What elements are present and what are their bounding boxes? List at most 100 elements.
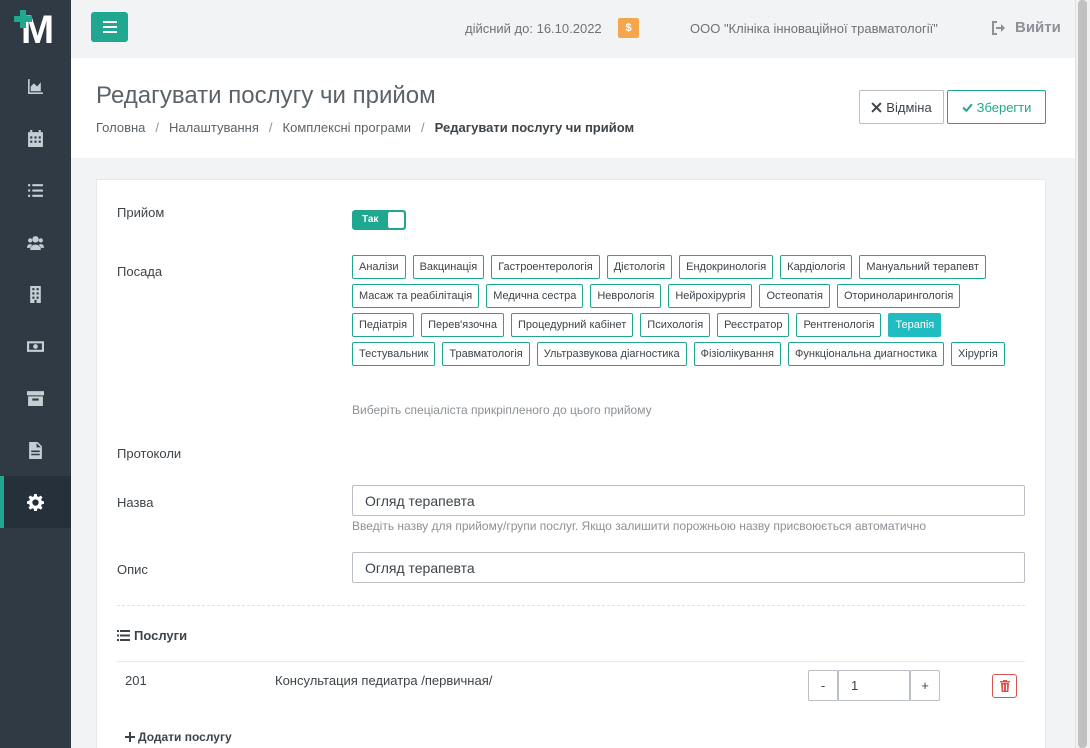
position-tag[interactable]: Рентгенологія [796,313,882,337]
sign-out-icon [992,20,1005,35]
breadcrumb-separator: / [421,120,425,135]
sidebar-nav [0,60,71,528]
description-input[interactable]: Огляд терапевта [352,552,1025,583]
position-tag[interactable]: Педіатрія [352,313,415,337]
archive-icon [27,390,44,406]
cancel-button[interactable]: Відміна [859,90,944,124]
gear-icon [27,493,44,511]
chart-area-icon [28,78,43,94]
quantity-increment-button[interactable]: + [910,670,940,701]
position-tag[interactable]: Психологія [640,313,711,337]
logout-button[interactable]: Вийти [991,19,1061,36]
service-name: Консультация педиатра /первичная/ [275,673,493,688]
position-tag[interactable]: Аналізи [352,255,406,279]
organization-name: ООО "Клініка інноваційної травматології" [690,21,938,36]
toggle-label: Так [362,214,379,225]
position-tag[interactable]: Процедурний кабінет [510,313,634,337]
money-icon [27,340,44,352]
sidebar-item-settings[interactable] [0,476,71,528]
section-divider [117,605,1025,606]
hamburger-icon [102,21,117,33]
quantity-input[interactable]: 1 [838,670,910,701]
delete-service-button[interactable] [992,674,1017,698]
position-tag[interactable]: Перев'язочна [421,313,504,337]
position-tag[interactable]: Ультразвукова діагностика [536,342,687,366]
top-bar: дійсний до: 16.10.2022 $ ООО "Клініка ін… [71,0,1075,58]
position-tag[interactable]: Оториноларингологія [836,284,961,308]
save-button[interactable]: Зберегти [947,90,1046,124]
license-valid-until: дійсний до: 16.10.2022 [465,21,602,36]
trash-icon [999,680,1010,692]
sidebar: M [0,0,71,748]
logo-cross-icon [14,10,32,28]
save-label: Зберегти [976,99,1032,115]
add-service-label: Додати послугу [138,730,232,744]
plus-icon [125,732,135,742]
sidebar-item-finance[interactable] [0,320,71,372]
position-tag[interactable]: Хірургія [950,342,1005,366]
breadcrumb-separator: / [155,120,160,135]
service-code: 201 [125,673,147,688]
position-label: Посада [117,264,163,279]
page-title: Редагувати послугу чи прийом [96,82,436,109]
position-tag[interactable]: Остеопатія [759,284,830,308]
page-header: Редагувати послугу чи прийом Головна / Н… [71,58,1075,158]
position-tag[interactable]: Травматологія [442,342,530,366]
breadcrumb-current: Редагувати послугу чи прийом [434,120,635,135]
building-icon [30,285,41,303]
sidebar-item-buildings[interactable] [0,268,71,320]
position-tag[interactable]: Мануальний терапевт [859,255,986,279]
calendar-icon [28,129,43,147]
name-label: Назва [117,495,154,510]
breadcrumb-home[interactable]: Головна [96,120,145,135]
users-icon [27,235,44,250]
sidebar-item-documents[interactable] [0,424,71,476]
protocols-label: Протоколи [117,446,182,461]
position-tag[interactable]: Терапія [888,313,942,337]
sidebar-item-list[interactable] [0,164,71,216]
quantity-decrement-button[interactable]: - [808,670,838,701]
position-tag[interactable]: Фізіолікування [693,342,782,366]
menu-toggle-button[interactable] [91,12,128,42]
sidebar-item-dashboard[interactable] [0,60,71,112]
sidebar-item-users[interactable] [0,216,71,268]
reception-toggle[interactable]: Так [352,210,406,230]
position-tag[interactable]: Медична сестра [486,284,584,308]
description-label: Опис [117,562,148,577]
position-tag[interactable]: Вакцинація [412,255,485,279]
services-heading-label: Послуги [134,628,188,643]
list-icon [28,183,43,197]
sidebar-item-calendar[interactable] [0,112,71,164]
breadcrumb-settings[interactable]: Налаштування [169,120,259,135]
position-tag[interactable]: Неврологія [590,284,662,308]
position-tag[interactable]: Масаж та реабілітація [352,284,480,308]
name-input[interactable]: Огляд терапевта [352,485,1025,516]
app-logo[interactable]: M [0,0,71,60]
position-tag[interactable]: Тестувальник [352,342,436,366]
breadcrumb-programs[interactable]: Комплексні програми [283,120,412,135]
file-icon [29,441,42,459]
position-tag[interactable]: Ендокринологія [679,255,774,279]
position-tag[interactable]: Реєстратор [717,313,790,337]
position-tag[interactable]: Функціональна диагностика [788,342,944,366]
position-tags: Аналізи Вакцинація Гастроентерологія Дієтол… [352,255,1032,371]
add-service-button[interactable]: Додати послугу [125,730,232,744]
vertical-scrollbar[interactable] [1075,0,1090,748]
breadcrumb: Головна / Налаштування / Комплексні прог… [96,120,634,135]
sidebar-item-archive[interactable] [0,372,71,424]
reception-label: Прийом [117,205,165,220]
cancel-label: Відміна [886,99,932,115]
edit-service-form: Прийом Так Посада Аналізи Вакцинація Гастр… [96,179,1046,748]
position-help: Виберіть спеціаліста прикріпленого до ць… [352,403,652,417]
position-tag[interactable]: Гастроентерологія [491,255,600,279]
list-icon [117,630,130,641]
position-tag[interactable]: Дієтологія [606,255,673,279]
breadcrumb-separator: / [268,120,273,135]
services-heading: Послуги [117,628,187,643]
coin-badge[interactable]: $ [618,18,639,38]
scrollbar-thumb[interactable] [1078,0,1087,748]
position-tag[interactable]: Нейрохірургія [668,284,753,308]
logout-label: Вийти [1015,19,1061,36]
position-tag[interactable]: Кардіологія [780,255,853,279]
toggle-knob[interactable] [388,212,404,228]
